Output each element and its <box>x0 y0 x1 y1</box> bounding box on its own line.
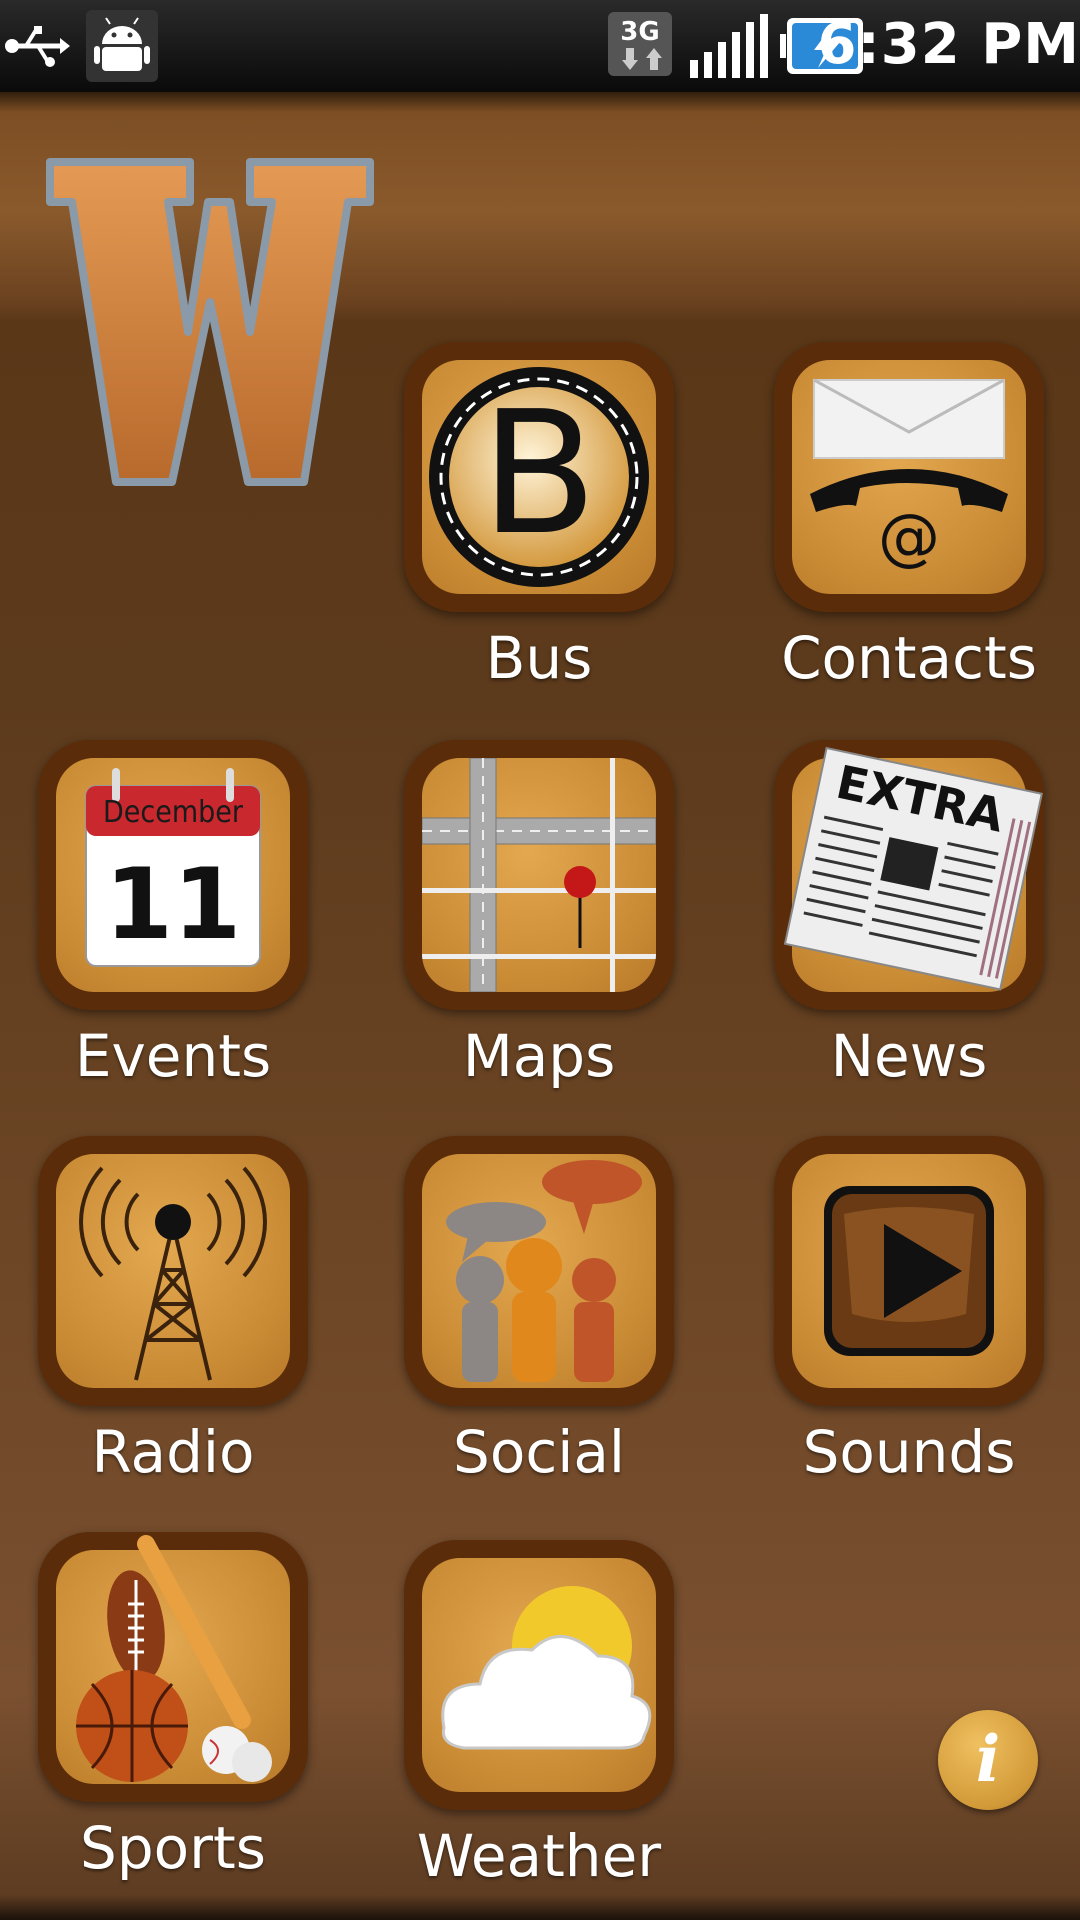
tile-label: Events <box>74 1022 272 1090</box>
tile-label: Contacts <box>781 624 1037 692</box>
android-debug-icon <box>86 10 158 82</box>
tile-label: Weather <box>416 1822 662 1890</box>
tile-label: Sports <box>80 1814 266 1882</box>
tile-label: Sounds <box>802 1418 1016 1486</box>
usb-icon <box>5 26 70 67</box>
tile-label: Maps <box>462 1022 616 1090</box>
weather-icon <box>441 1586 652 1750</box>
home-screen: B Bus @ Contacts December 11 Events Maps… <box>0 92 1080 1920</box>
contacts-icon: @ <box>810 378 1008 573</box>
signal-icon <box>690 14 768 78</box>
svg-text:@: @ <box>878 500 940 573</box>
tile-label: News <box>830 1022 988 1090</box>
bus-icon: B <box>429 367 649 587</box>
3g-icon: 3G <box>608 12 672 76</box>
svg-text:B: B <box>481 375 598 573</box>
university-logo <box>46 158 374 486</box>
status-bar: 3G 6:32 PM <box>0 0 1080 92</box>
info-button[interactable]: i <box>938 1710 1038 1810</box>
map-icon <box>422 758 656 992</box>
tile-label: Bus <box>485 624 593 692</box>
tile-label: Social <box>453 1418 625 1486</box>
play-icon <box>824 1186 994 1356</box>
newspaper-icon: EXTRA <box>783 746 1043 991</box>
svg-text:3G: 3G <box>620 17 659 47</box>
calendar-icon: December 11 <box>85 768 261 967</box>
radio-tower-icon <box>79 1166 267 1381</box>
sports-icon <box>76 1535 272 1782</box>
bottom-edge <box>0 1895 1080 1920</box>
social-icon <box>446 1160 642 1382</box>
tile-label: Radio <box>91 1418 255 1486</box>
svg-text:11: 11 <box>105 848 241 962</box>
svg-text:December: December <box>103 795 244 830</box>
status-time: 6:32 PM <box>817 12 1080 77</box>
